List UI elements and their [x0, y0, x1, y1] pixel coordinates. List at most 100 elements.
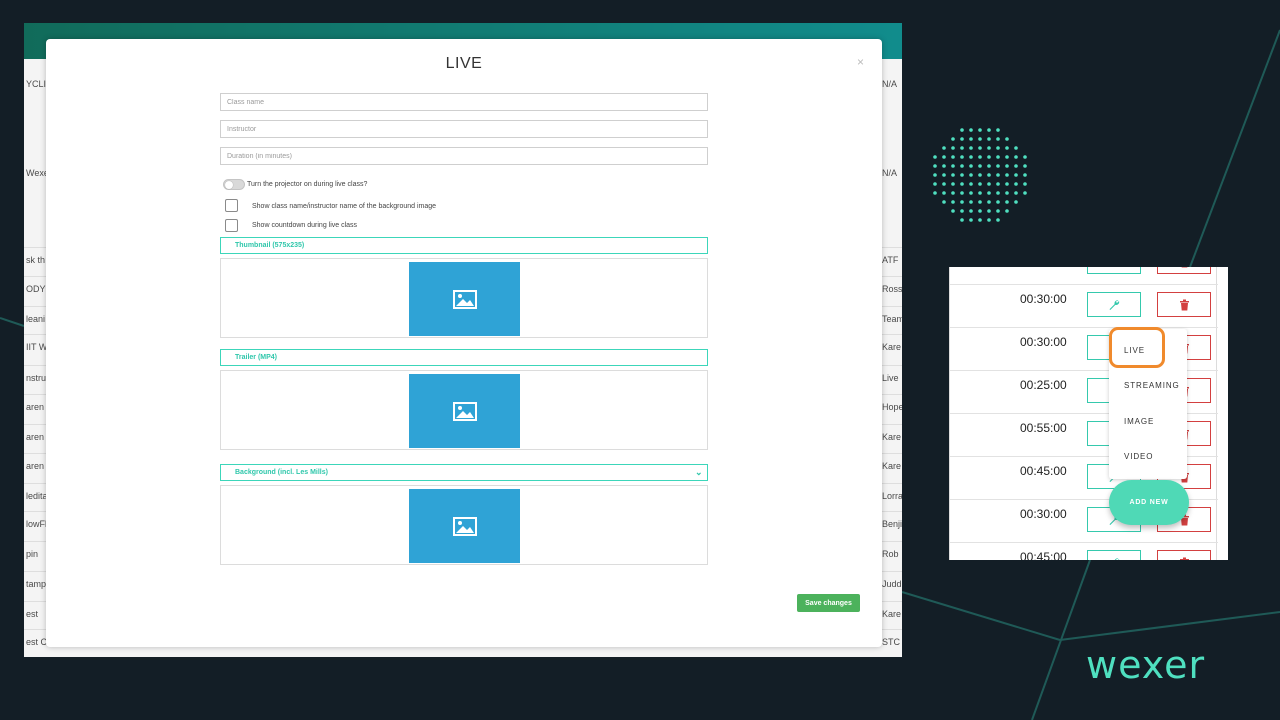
background-row-class: tamp — [26, 579, 47, 589]
add-new-button[interactable]: ADD NEW — [1109, 480, 1189, 525]
decoration-dot — [960, 218, 964, 222]
decoration-dot — [951, 173, 955, 177]
decoration-dot — [1014, 191, 1018, 195]
edit-button[interactable] — [1087, 550, 1141, 560]
trailer-section-header[interactable]: Trailer (MP4) — [220, 349, 708, 366]
decoration-dot — [933, 173, 937, 177]
background-row-instructor: Judd — [882, 579, 902, 589]
decoration-dot — [1005, 191, 1009, 195]
background-row-instructor: ATF — [882, 255, 899, 265]
image-icon — [452, 401, 477, 421]
background-row-instructor: N/A — [882, 168, 898, 178]
thumbnail-dropzone[interactable] — [220, 258, 708, 338]
decoration-dot — [969, 137, 973, 141]
background-row-instructor: Kare — [882, 461, 902, 471]
show-countdown-checkbox[interactable] — [225, 219, 238, 232]
decoration-dot — [1023, 173, 1027, 177]
background-image-placeholder[interactable] — [409, 489, 520, 563]
decoration-dot — [996, 200, 1000, 204]
show-countdown-checkbox-label: Show countdown during live class — [252, 222, 358, 229]
class-duration: 00:25:00 — [1020, 378, 1067, 392]
wexer-logo: wexer — [1086, 643, 1204, 687]
decoration-dot — [978, 164, 982, 168]
delete-button[interactable] — [1157, 292, 1211, 317]
trailer-section-label: Trailer (MP4) — [235, 354, 278, 361]
decoration-dot — [951, 200, 955, 204]
save-changes-button[interactable]: Save changes — [797, 594, 860, 612]
decoration-dot — [978, 155, 982, 159]
decoration-dot — [933, 155, 937, 159]
class-duration: 00:30:00 — [1020, 507, 1067, 521]
decoration-dot — [1005, 182, 1009, 186]
projector-toggle[interactable] — [223, 179, 245, 190]
decoration-dot — [996, 155, 1000, 159]
decoration-dot — [951, 146, 955, 150]
decoration-dot — [987, 164, 991, 168]
decoration-dot — [1023, 191, 1027, 195]
decoration-dot — [987, 200, 991, 204]
decoration-dot — [960, 209, 964, 213]
decoration-dot — [951, 191, 955, 195]
decoration-dot — [969, 164, 973, 168]
decoration-dot — [969, 182, 973, 186]
trailer-dropzone[interactable] — [220, 370, 708, 450]
decoration-dot — [978, 137, 982, 141]
menu-item-streaming[interactable]: STREAMING — [1124, 381, 1180, 390]
decoration-dot — [996, 173, 1000, 177]
decoration-dot — [942, 182, 946, 186]
background-section-dropdown[interactable]: Background (incl. Les Mills) ⌄ — [220, 464, 708, 481]
decoration-dot — [1005, 209, 1009, 213]
class-duration: 00:30:00 — [1020, 292, 1067, 306]
class-name-input[interactable] — [220, 93, 708, 111]
decoration-dot — [978, 182, 982, 186]
decoration-dot — [942, 146, 946, 150]
background-row-class: leani — [26, 314, 46, 324]
thumbnail-image-placeholder[interactable] — [409, 262, 520, 336]
delete-button[interactable] — [1157, 267, 1211, 274]
chevron-down-icon: ⌄ — [695, 467, 703, 477]
decoration-dot — [1014, 173, 1018, 177]
dotted-circle-decoration — [933, 128, 1027, 222]
delete-button[interactable] — [1157, 550, 1211, 560]
background-row-class: YCLI — [26, 79, 47, 89]
thumbnail-section-header[interactable]: Thumbnail (575x235) — [220, 237, 708, 254]
duration-input[interactable] — [220, 147, 708, 165]
decoration-dot — [987, 137, 991, 141]
decoration-dot — [978, 218, 982, 222]
background-dropzone[interactable] — [220, 485, 708, 565]
background-row-class: ODY — [26, 284, 46, 294]
decoration-dot — [951, 182, 955, 186]
edit-button[interactable] — [1087, 267, 1141, 274]
decoration-dot — [1005, 173, 1009, 177]
decoration-dot — [1014, 146, 1018, 150]
wrench-icon — [1109, 299, 1120, 310]
edit-button[interactable] — [1087, 292, 1141, 317]
decoration-dot — [987, 182, 991, 186]
decoration-dot — [996, 191, 1000, 195]
decoration-dot — [1005, 137, 1009, 141]
decoration-dot — [942, 200, 946, 204]
instructor-input[interactable] — [220, 120, 708, 138]
menu-item-video[interactable]: VIDEO — [1124, 452, 1153, 461]
decoration-dot — [942, 155, 946, 159]
decoration-dot — [987, 173, 991, 177]
trailer-image-placeholder[interactable] — [409, 374, 520, 448]
close-icon[interactable]: × — [857, 55, 864, 69]
background-row-instructor: STC — [882, 637, 900, 647]
menu-item-image[interactable]: IMAGE — [1124, 417, 1154, 426]
decoration-dot — [987, 155, 991, 159]
decoration-dot — [969, 209, 973, 213]
image-icon — [452, 289, 477, 309]
background-row-class: sk th — [26, 255, 46, 265]
decoration-dot — [960, 137, 964, 141]
decoration-dot — [960, 200, 964, 204]
decoration-dot — [969, 218, 973, 222]
background-row-class: aren — [26, 432, 45, 442]
decoration-dot — [996, 209, 1000, 213]
background-row-instructor: Hope — [882, 402, 902, 412]
background-row-class: lowFl — [26, 519, 48, 529]
decoration-dot — [996, 164, 1000, 168]
show-name-checkbox[interactable] — [225, 199, 238, 212]
decoration-dot — [987, 191, 991, 195]
background-row-class: pin — [26, 549, 39, 559]
